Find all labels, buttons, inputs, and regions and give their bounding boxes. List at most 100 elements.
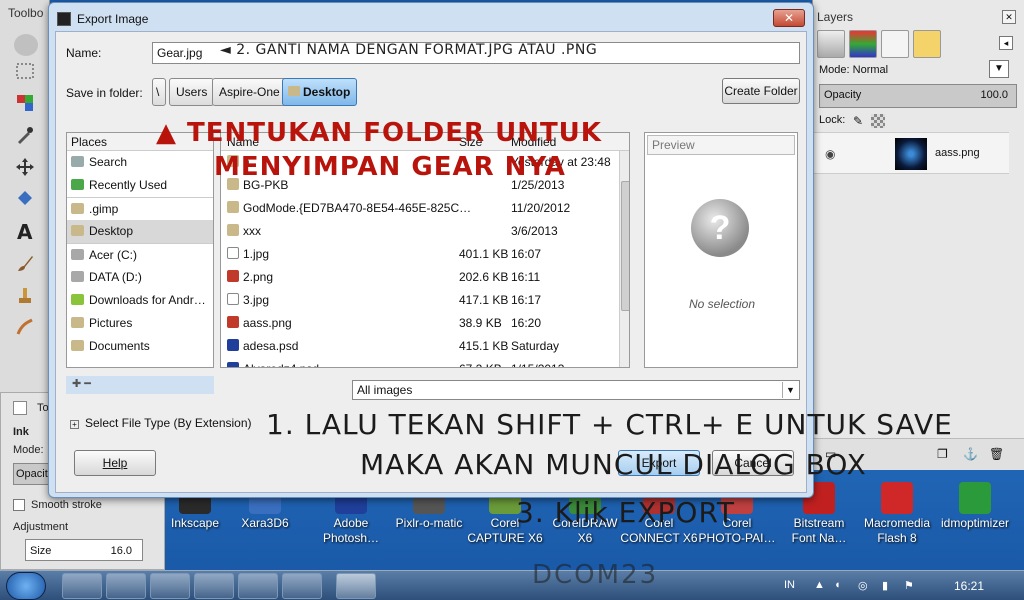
layers-panel: Layers ✕ ◂ Mode: Normal ▼ Opacity 100.0 …: [812, 0, 1024, 470]
file-list-scrollbar[interactable]: [619, 151, 629, 367]
file-name: 1.jpg: [243, 247, 270, 261]
select-file-type-expander[interactable]: + Select File Type (By Extension): [70, 416, 252, 430]
places-item[interactable]: .gimp: [67, 197, 213, 220]
places-item[interactable]: Recently Used: [67, 174, 213, 197]
expand-icon[interactable]: +: [70, 420, 79, 429]
file-row[interactable]: 2.png 202.6 KB 16:11: [221, 266, 629, 289]
anchor-layer-icon[interactable]: ⚓: [963, 447, 978, 461]
gimp-taskbar-icon[interactable]: [336, 573, 376, 599]
breadcrumb-aspire-one[interactable]: Aspire-One: [212, 78, 287, 106]
folder-icon: [288, 86, 300, 96]
places-item-label: Downloads for Andr…: [89, 293, 206, 307]
places-item[interactable]: Search: [67, 151, 213, 174]
size-spinner[interactable]: Size 16.0: [25, 539, 143, 561]
create-folder-button[interactable]: Create Folder: [722, 78, 800, 104]
volume-icon[interactable]: ◖: [834, 579, 841, 591]
shortcut-label: idmoptimizer: [940, 516, 1009, 530]
file-modified: 1/15/2013: [511, 362, 564, 367]
lock-pixels-icon[interactable]: ✎: [853, 114, 863, 128]
tool-options-tab-icon[interactable]: [13, 401, 27, 415]
places-item[interactable]: Pictures: [67, 312, 213, 335]
file-name: adesa.psd: [243, 339, 299, 353]
lock-alpha-icon[interactable]: [871, 114, 885, 128]
paths-tab-icon[interactable]: [881, 30, 909, 58]
desktop-shortcut[interactable]: idmoptimizer: [936, 482, 1014, 531]
shortcut-label: Pixlr-o-matic: [395, 516, 463, 530]
breadcrumb-root[interactable]: \: [152, 78, 166, 106]
chrome-taskbar-icon[interactable]: [150, 573, 190, 599]
add-remove-bookmark[interactable]: ✚ ━: [66, 376, 214, 394]
dialog-close-button[interactable]: ✕: [773, 9, 805, 27]
text-tool-icon[interactable]: A: [14, 220, 38, 244]
file-size: 417.1 KB: [459, 293, 509, 307]
search-icon: [71, 156, 84, 167]
tool-taskbar-icon[interactable]: [194, 573, 234, 599]
file-modified: 16:11: [511, 270, 541, 284]
delete-layer-icon[interactable]: 🗑: [989, 447, 1004, 461]
flag-icon[interactable]: ⚑: [904, 579, 914, 592]
language-indicator[interactable]: IN: [784, 579, 795, 591]
battery-icon[interactable]: ▮: [882, 579, 888, 592]
breadcrumb-desktop[interactable]: Desktop: [282, 78, 358, 106]
layer-opacity-slider[interactable]: Opacity 100.0: [819, 84, 1017, 108]
places-item[interactable]: Downloads for Andr…: [67, 289, 213, 312]
clock[interactable]: 16:21: [954, 579, 984, 593]
folder-icon: [71, 225, 84, 236]
channels-tab-icon[interactable]: [849, 30, 877, 58]
fuzzy-select-icon[interactable]: [14, 92, 38, 114]
bucket-fill-icon[interactable]: [14, 188, 38, 210]
save-in-folder-label: Save in folder:: [66, 86, 143, 100]
rect-select-icon[interactable]: [14, 60, 38, 82]
file-row[interactable]: xxx 3/6/2013: [221, 220, 629, 243]
shortcut-app-icon: [881, 482, 913, 514]
smudge-icon[interactable]: [14, 316, 38, 338]
dock-menu-icon[interactable]: ◂: [999, 36, 1013, 50]
toolbox-avatar-icon[interactable]: [14, 34, 38, 56]
remote-desktop-taskbar-icon[interactable]: [282, 573, 322, 599]
places-item[interactable]: Documents: [67, 335, 213, 358]
clone-stamp-icon[interactable]: [14, 284, 38, 306]
firefox-taskbar-icon[interactable]: [238, 573, 278, 599]
file-row[interactable]: 3.jpg 417.1 KB 16:17: [221, 289, 629, 312]
watermark: DCOM23: [532, 560, 659, 590]
chevron-down-icon[interactable]: ▼: [782, 382, 798, 398]
places-item-label: Desktop: [89, 224, 134, 238]
desktop-shortcut[interactable]: Macromedia Flash 8: [858, 482, 936, 546]
smooth-stroke-checkbox[interactable]: [13, 499, 25, 511]
file-row[interactable]: 1.jpg 401.1 KB 16:07: [221, 243, 629, 266]
places-item[interactable]: Acer (C:): [67, 243, 213, 266]
breadcrumb-users[interactable]: Users: [169, 78, 215, 106]
file-modified: 16:07: [511, 247, 542, 261]
file-row[interactable]: aass.png 38.9 KB 16:20: [221, 312, 629, 335]
smooth-stroke-label: Smooth stroke: [31, 499, 102, 511]
visibility-eye-icon[interactable]: ◉: [825, 147, 835, 161]
file-name: Alvarodz4.psd: [243, 362, 319, 367]
help-button[interactable]: Help: [74, 450, 156, 476]
layer-row[interactable]: ◉ aass.png: [813, 132, 1009, 174]
layer-mode-dropdown[interactable]: ▼: [989, 60, 1009, 78]
explorer-taskbar-icon[interactable]: [62, 573, 102, 599]
file-row[interactable]: GodMode.{ED7BA470-8E54-465E-825C… 11/20/2…: [221, 197, 629, 220]
scrollbar-thumb[interactable]: [621, 181, 629, 311]
gimp-app-icon: [57, 12, 71, 26]
file-filter-select[interactable]: All images ▼: [352, 380, 800, 400]
start-button[interactable]: [6, 572, 46, 600]
tray-expand-icon[interactable]: ▲: [814, 579, 825, 591]
layers-tab-icon[interactable]: [817, 30, 845, 58]
network-icon[interactable]: ◎: [858, 579, 868, 592]
paintbrush-icon[interactable]: [14, 252, 38, 274]
places-item[interactable]: DATA (D:): [67, 266, 213, 289]
duplicate-layer-icon[interactable]: ❐: [937, 447, 948, 461]
file-row[interactable]: adesa.psd 415.1 KB Saturday: [221, 335, 629, 358]
folder-icon: [71, 317, 84, 328]
photoshop-taskbar-icon[interactable]: [106, 573, 146, 599]
annotation-step3: 3. Klik EXPORT: [516, 496, 735, 529]
file-row[interactable]: Alvarodz4.psd 67.2 KB 1/15/2013: [221, 358, 629, 367]
layers-close-icon[interactable]: ✕: [1002, 10, 1016, 24]
undo-history-tab-icon[interactable]: [913, 30, 941, 58]
folder-icon: [71, 340, 84, 351]
places-item-label: .gimp: [89, 202, 119, 216]
move-tool-icon[interactable]: [14, 156, 38, 178]
places-item[interactable]: Desktop: [67, 220, 213, 243]
color-picker-icon[interactable]: [14, 124, 38, 146]
